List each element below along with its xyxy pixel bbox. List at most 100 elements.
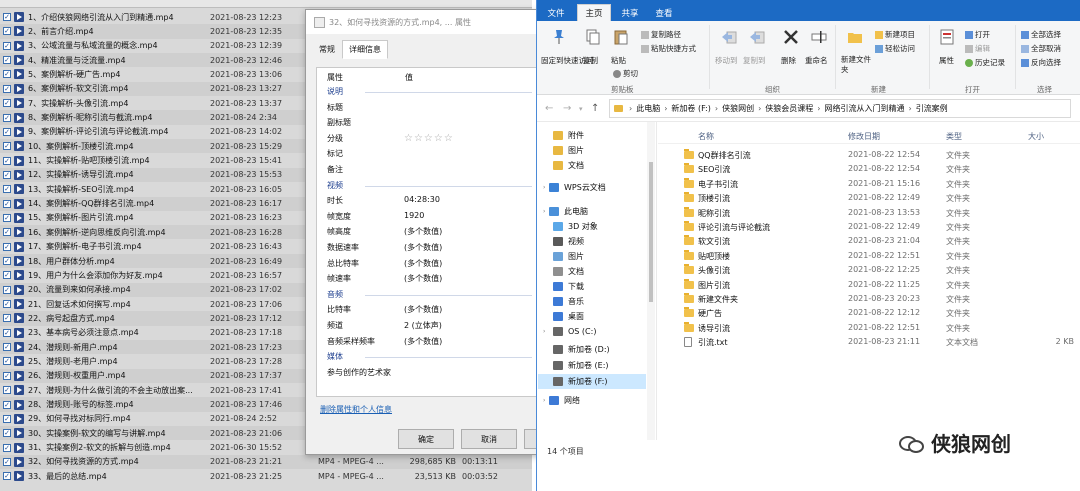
rating-stars[interactable]: ☆☆☆☆☆ [404,133,454,144]
breadcrumb-course[interactable]: 网络引流从入门到精通 [824,103,904,114]
checkbox[interactable]: ✓ [3,142,11,151]
checkbox[interactable]: ✓ [3,41,11,50]
tab-share[interactable]: 共享 [615,4,645,21]
list-item[interactable]: 图片引流 2021-08-22 11:25 文件夹 [658,278,1080,292]
checkbox[interactable]: ✓ [3,472,11,481]
checkbox[interactable]: ✓ [3,27,11,36]
checkbox[interactable]: ✓ [3,242,11,251]
chevron-right-icon[interactable]: › [543,397,545,404]
nav-item-7[interactable]: 图片 [553,249,584,264]
column-size[interactable]: 大小 [1028,131,1044,142]
column-value[interactable]: 值 [405,72,413,83]
edit-button[interactable]: 编辑 [965,43,990,54]
nav-item-0[interactable]: 附件 [553,128,584,143]
list-item[interactable]: 硬广告 2021-08-22 12:12 文件夹 [658,306,1080,320]
list-item[interactable]: 电子书引流 2021-08-21 15:16 文件夹 [658,177,1080,191]
nav-item-8[interactable]: 文档 [553,264,584,279]
chevron-right-icon[interactable]: › [543,208,545,215]
new-item-button[interactable]: 新建项目 [875,29,915,40]
checkbox[interactable]: ✓ [3,127,11,136]
checkbox[interactable]: ✓ [3,70,11,79]
breadcrumb-xialang[interactable]: 侠狼网创 [722,103,754,114]
list-item[interactable]: QQ群排名引流 2021-08-22 12:54 文件夹 [658,148,1080,162]
details-panel[interactable]: 属性 值 说明 标题 副标题 分级 ☆☆☆☆☆ 标记 备注 视频 时长 04:28:30 帧宽度 19… [316,67,544,397]
checkbox[interactable]: ✓ [3,328,11,337]
history-button[interactable]: 历史记录 [965,57,1005,68]
breadcrumb-current[interactable]: 引流案例 [916,103,948,114]
back-arrow-icon[interactable]: ← [545,103,553,114]
nav-item-1[interactable]: 图片 [553,143,584,158]
paste-button[interactable]: 粘贴 [611,55,626,66]
list-item[interactable]: 头像引流 2021-08-22 12:25 文件夹 [658,263,1080,277]
checkbox[interactable]: ✓ [3,185,11,194]
forward-arrow-icon[interactable]: → [563,103,571,114]
nav-item-15[interactable]: 新加卷 (F:) [538,374,646,389]
properties-button[interactable]: 属性 [939,55,954,66]
list-item[interactable]: 软文引流 2021-08-23 21:04 文件夹 [658,234,1080,248]
nav-item-3[interactable]: WPS云文档 [549,180,606,195]
nav-item-5[interactable]: 3D 对象 [553,219,598,234]
nav-item-6[interactable]: 视频 [553,234,584,249]
checkbox[interactable]: ✓ [3,443,11,452]
checkbox[interactable]: ✓ [3,457,11,466]
list-item[interactable]: 贴吧顶楼 2021-08-22 12:51 文件夹 [658,249,1080,263]
invert-selection-button[interactable]: 反向选择 [1021,57,1061,68]
checkbox[interactable]: ✓ [3,271,11,280]
paste-shortcut-button[interactable]: 粘贴快捷方式 [641,43,696,54]
checkbox[interactable]: ✓ [3,13,11,22]
list-item[interactable]: SEO引流 2021-08-22 12:54 文件夹 [658,162,1080,176]
table-row[interactable]: ✓ 33、最后的总结.mp4 2021-08-23 21:25 MP4 - MPEG-… [0,469,532,483]
column-date[interactable]: 修改日期 [848,131,880,142]
checkbox[interactable]: ✓ [3,314,11,323]
nav-item-10[interactable]: 音乐 [553,294,584,309]
list-item[interactable]: 评论引流与评论截流 2021-08-22 12:49 文件夹 [658,220,1080,234]
easy-access-button[interactable]: 轻松访问 [875,43,915,54]
tab-details[interactable]: 详细信息 [342,40,388,59]
checkbox[interactable]: ✓ [3,156,11,165]
move-to-button[interactable]: 移动到 [715,55,738,66]
open-button[interactable]: 打开 [965,29,990,40]
table-row[interactable]: ✓ 32、如何寻找资源的方式.mp4 2021-08-23 21:21 MP4 - M… [0,454,532,470]
nav-scrollbar[interactable] [647,122,655,440]
column-type[interactable]: 类型 [946,131,962,142]
cut-button[interactable]: 剪切 [613,68,638,79]
nav-item-9[interactable]: 下载 [553,279,584,294]
checkbox[interactable]: ✓ [3,343,11,352]
nav-item-11[interactable]: 桌面 [553,309,584,324]
rename-button[interactable]: 重命名 [805,55,828,66]
list-item[interactable]: 顶楼引流 2021-08-22 12:49 文件夹 [658,191,1080,205]
nav-scrollbar-thumb[interactable] [649,162,653,302]
checkbox[interactable]: ✓ [3,357,11,366]
checkbox[interactable]: ✓ [3,170,11,179]
list-item[interactable]: 引流.txt 2021-08-23 21:11 文本文档 2 KB [658,335,1080,349]
tab-view[interactable]: 查看 [649,4,679,21]
tab-file[interactable]: 文件 [541,4,571,21]
copy-button[interactable]: 复制 [583,55,598,66]
breadcrumb-member-course[interactable]: 侠狼会员课程 [765,103,813,114]
list-item[interactable]: 诱导引流 2021-08-22 12:51 文件夹 [658,321,1080,335]
tab-general[interactable]: 常规 [312,40,342,59]
tab-home[interactable]: 主页 [577,4,611,21]
ok-button[interactable]: 确定 [398,429,454,449]
nav-item-12[interactable]: OS (C:) [553,324,596,339]
checkbox[interactable]: ✓ [3,257,11,266]
chevron-right-icon[interactable]: › [543,328,545,335]
delete-button[interactable]: 删除 [781,55,796,66]
checkbox[interactable]: ✓ [3,56,11,65]
select-none-button[interactable]: 全部取消 [1021,43,1061,54]
nav-item-14[interactable]: 新加卷 (E:) [553,358,609,373]
checkbox[interactable]: ✓ [3,113,11,122]
nav-item-4[interactable]: 此电脑 [549,204,588,219]
select-all-button[interactable]: 全部选择 [1021,29,1061,40]
checkbox[interactable]: ✓ [3,371,11,380]
column-name[interactable]: 名称 [698,131,714,142]
up-arrow-icon[interactable]: ↑ [591,103,599,114]
checkbox[interactable]: ✓ [3,228,11,237]
breadcrumb-drive-f[interactable]: 新加卷 (F:) [671,103,710,114]
nav-item-13[interactable]: 新加卷 (D:) [553,342,610,357]
checkbox[interactable]: ✓ [3,414,11,423]
copy-path-button[interactable]: 复制路径 [641,29,681,40]
checkbox[interactable]: ✓ [3,213,11,222]
chevron-down-icon[interactable]: ▾ [579,105,583,113]
copy-to-button[interactable]: 复制到 [743,55,766,66]
